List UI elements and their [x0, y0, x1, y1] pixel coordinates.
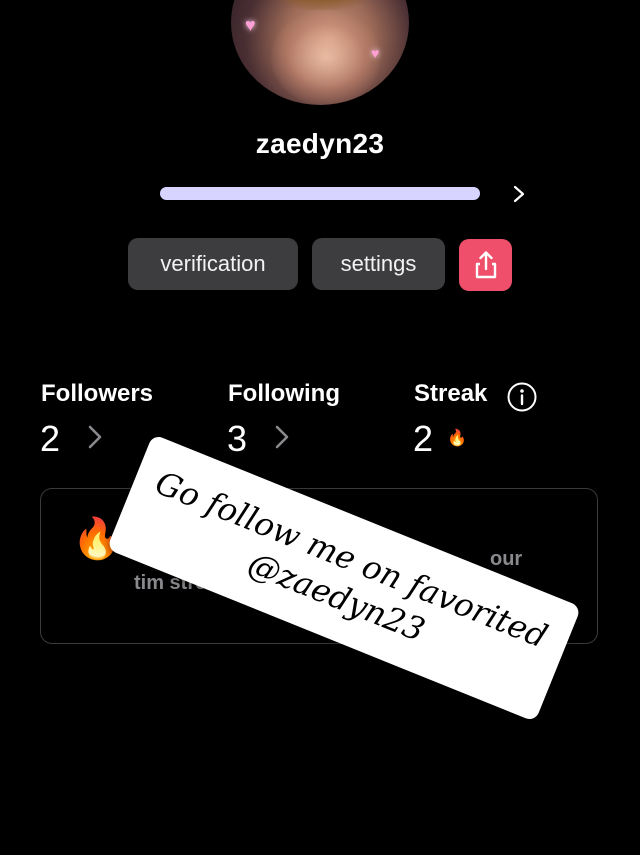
chevron-right-icon[interactable] [271, 422, 293, 452]
avatar-hair [251, 0, 391, 10]
followers-count[interactable]: 2 [40, 418, 60, 460]
sticker-overlay: Go follow me on favorited @zaedyn23 [106, 433, 582, 723]
share-icon [475, 251, 496, 279]
following-count[interactable]: 3 [227, 418, 247, 460]
streak-card-text-right: our [490, 548, 523, 570]
chevron-right-icon[interactable] [84, 422, 106, 452]
fire-icon: 🔥 [447, 430, 467, 447]
verification-button[interactable]: verification [128, 238, 298, 290]
share-button[interactable] [459, 239, 512, 291]
progress-fill [160, 187, 480, 200]
profile-username: zaedyn23 [255, 128, 385, 159]
followers-label: Followers [41, 380, 154, 407]
profile-avatar[interactable]: ♥ ♥ [231, 0, 409, 105]
streak-count: 2 [413, 418, 434, 459]
profile-progress-bar[interactable] [160, 187, 480, 200]
settings-button[interactable]: settings [312, 238, 445, 290]
avatar-face [271, 10, 381, 105]
chevron-right-icon[interactable] [508, 182, 530, 206]
following-label: Following [228, 380, 340, 407]
heart-icon: ♥ [371, 45, 380, 61]
streak-label: Streak [414, 380, 488, 407]
info-icon[interactable] [506, 381, 538, 413]
heart-icon: ♥ [245, 15, 256, 35]
